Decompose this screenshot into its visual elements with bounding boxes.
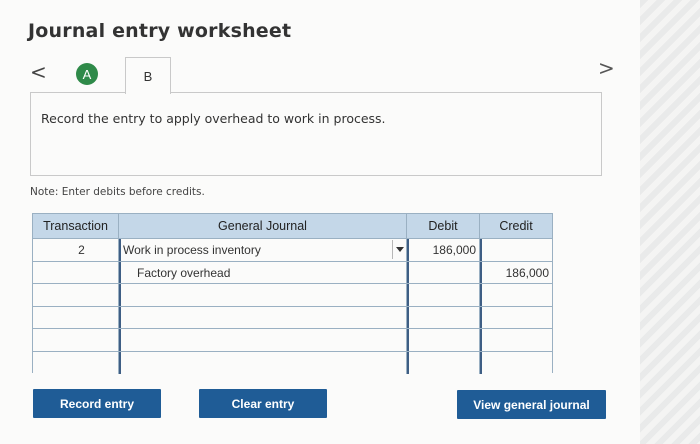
credit-input[interactable] bbox=[480, 239, 552, 261]
account-select[interactable] bbox=[119, 306, 407, 329]
clear-entry-button[interactable]: Clear entry bbox=[199, 389, 327, 418]
debit-input[interactable]: 186,000 bbox=[407, 239, 480, 261]
transaction-cell bbox=[33, 261, 119, 284]
credit-input[interactable]: 186,000 bbox=[480, 261, 552, 284]
table-row bbox=[33, 351, 552, 374]
transaction-number: 2 bbox=[78, 243, 85, 257]
credit-input[interactable] bbox=[480, 284, 552, 306]
transaction-cell: 2 bbox=[33, 239, 119, 261]
transaction-cell bbox=[33, 284, 119, 306]
transaction-cell bbox=[33, 352, 119, 374]
instruction-text: Record the entry to apply overhead to wo… bbox=[41, 111, 386, 126]
previous-arrow-icon[interactable]: < bbox=[30, 60, 47, 84]
table-row bbox=[33, 328, 552, 351]
journal-header-row: Transaction General Journal Debit Credit bbox=[33, 214, 552, 238]
account-select[interactable] bbox=[119, 329, 407, 351]
tab-a[interactable]: A bbox=[76, 63, 98, 85]
view-general-journal-button[interactable]: View general journal bbox=[457, 390, 606, 419]
debit-input[interactable] bbox=[407, 329, 480, 351]
credit-input[interactable] bbox=[480, 352, 552, 374]
table-row bbox=[33, 283, 552, 306]
table-row bbox=[33, 305, 552, 329]
credit-input[interactable] bbox=[480, 329, 552, 351]
account-name: Factory overhead bbox=[137, 265, 231, 280]
chevron-down-icon[interactable] bbox=[392, 240, 406, 259]
debit-input[interactable] bbox=[407, 306, 480, 329]
account-select[interactable] bbox=[119, 352, 407, 374]
instruction-box: Record the entry to apply overhead to wo… bbox=[30, 92, 602, 176]
debit-input[interactable] bbox=[407, 284, 480, 306]
transaction-cell bbox=[33, 306, 119, 329]
header-general-journal: General Journal bbox=[119, 214, 407, 238]
debit-input[interactable] bbox=[407, 352, 480, 374]
record-entry-button[interactable]: Record entry bbox=[33, 389, 161, 418]
account-select[interactable]: Factory overhead bbox=[119, 261, 407, 284]
header-credit: Credit bbox=[499, 219, 533, 233]
background-strip bbox=[640, 0, 700, 444]
note-text: Note: Enter debits before credits. bbox=[30, 186, 205, 198]
worksheet-panel: Journal entry worksheet < A B > Record t… bbox=[0, 0, 640, 444]
account-select[interactable]: Work in process inventory bbox=[119, 239, 407, 261]
header-debit: Debit bbox=[407, 214, 480, 238]
journal-table: Transaction General Journal Debit Credit… bbox=[32, 213, 553, 374]
header-transaction: Transaction bbox=[33, 214, 119, 238]
page-title: Journal entry worksheet bbox=[28, 20, 292, 42]
tab-b[interactable]: B bbox=[125, 57, 171, 94]
account-select[interactable] bbox=[119, 284, 407, 306]
table-row: 2 Work in process inventory 186,000 bbox=[33, 238, 552, 261]
table-row: Factory overhead 186,000 bbox=[33, 260, 552, 284]
account-name: Work in process inventory bbox=[123, 243, 261, 257]
transaction-cell bbox=[33, 329, 119, 351]
next-arrow-icon[interactable]: > bbox=[598, 56, 615, 80]
credit-amount: 186,000 bbox=[505, 265, 549, 280]
credit-input[interactable] bbox=[480, 306, 552, 329]
debit-input[interactable] bbox=[407, 261, 480, 284]
debit-amount: 186,000 bbox=[432, 243, 476, 257]
